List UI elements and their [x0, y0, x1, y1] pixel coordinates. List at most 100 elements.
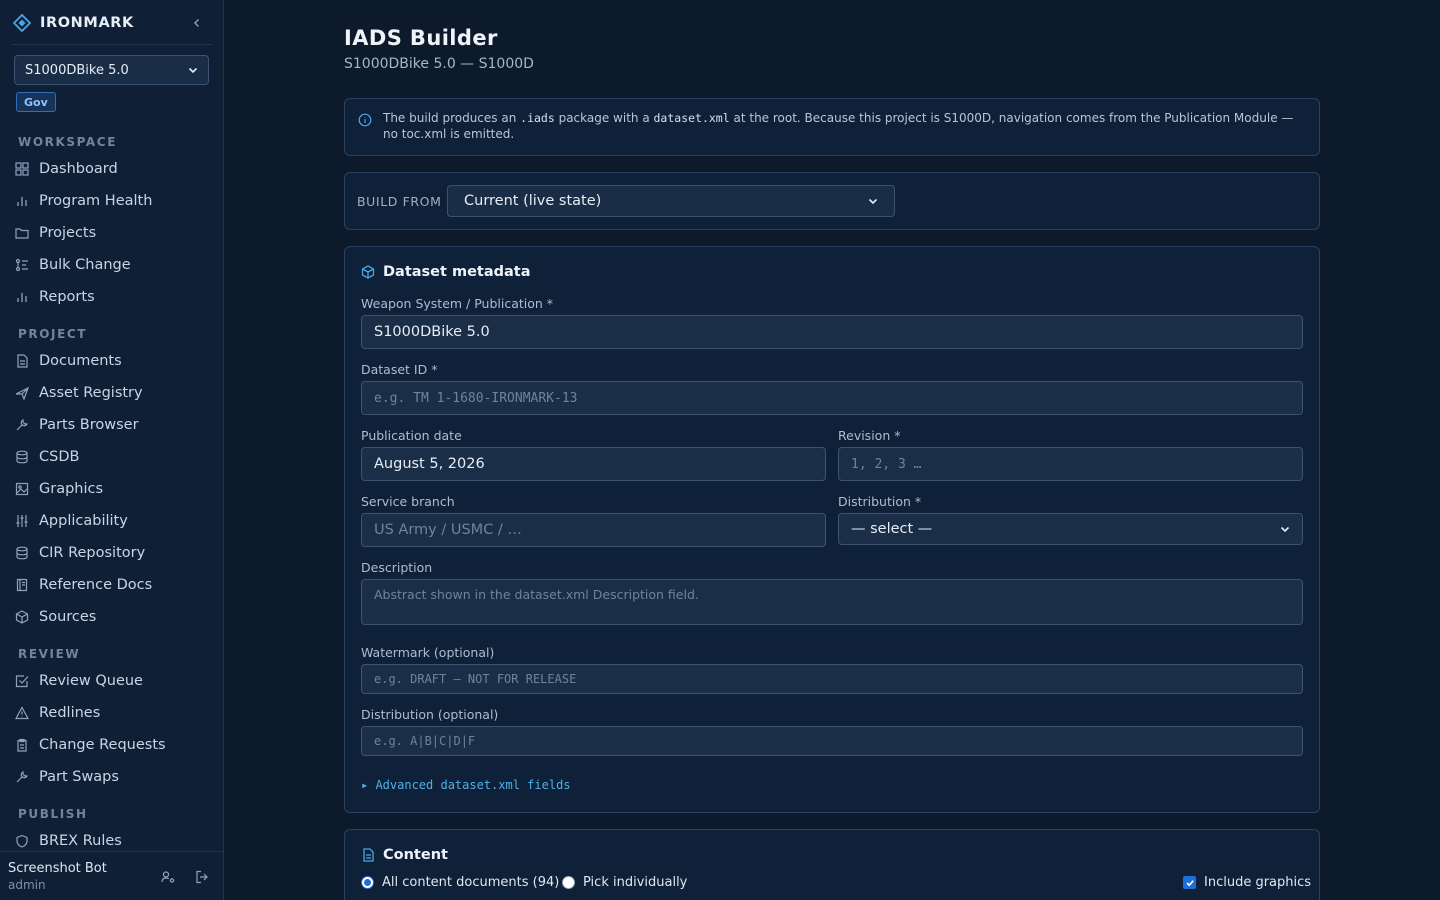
nav-label: Change Requests — [39, 737, 166, 753]
nav-item-reports[interactable]: Reports — [12, 284, 212, 310]
project-select-value: S1000DBike 5.0 — [25, 62, 129, 78]
sliders-icon — [14, 513, 30, 529]
logout-icon — [196, 870, 208, 884]
nav-label: Reference Docs — [39, 577, 153, 593]
watermark-input[interactable]: e.g. DRAFT — NOT FOR RELEASE — [361, 664, 1303, 694]
nav-item-part-swaps[interactable]: Part Swaps — [12, 764, 212, 790]
include-graphics-checkbox[interactable]: Include graphics — [1183, 875, 1311, 890]
wrench-icon — [14, 417, 30, 433]
build-from-label: BUILD FROM — [357, 194, 442, 209]
nav-label: Bulk Change — [39, 257, 131, 273]
distribution-select-value: — select — — [851, 521, 933, 537]
user-area: Screenshot Bot admin — [0, 851, 223, 900]
checkbox-checked[interactable] — [1183, 876, 1196, 889]
revision-input[interactable]: 1, 2, 3 … — [838, 447, 1303, 481]
build-from-value: Current (live state) — [464, 193, 602, 209]
bar-chart-icon — [14, 193, 30, 209]
nav-label: Graphics — [39, 481, 104, 497]
user-cog-icon — [161, 871, 175, 883]
nav-label: Projects — [39, 225, 97, 241]
nav-label: Documents — [39, 353, 122, 369]
nav-item-documents[interactable]: Documents — [12, 348, 212, 374]
nav-label: Reports — [39, 289, 95, 305]
distribution-optional-input[interactable]: e.g. A|B|C|D|F — [361, 726, 1303, 756]
brand-name: IRONMARK — [40, 15, 134, 31]
build-from-card: BUILD FROM Current (live state) — [344, 172, 1320, 230]
advanced-fields-toggle[interactable]: ▸ Advanced dataset.xml fields — [361, 778, 571, 792]
publication-date-input[interactable]: August 5, 2026 — [361, 447, 826, 481]
distribution-label: Distribution * — [838, 494, 922, 509]
dataset-metadata-card: Dataset metadata Weapon System / Publica… — [344, 246, 1320, 813]
radio-all-content[interactable]: All content documents (94) — [361, 875, 559, 890]
nav-item-bulk-change[interactable]: Bulk Change — [12, 252, 212, 278]
warning-icon — [14, 705, 30, 721]
nav-item-sources[interactable]: Sources — [12, 604, 212, 630]
chevron-down-icon — [868, 198, 878, 205]
nav-item-redlines[interactable]: Redlines — [12, 700, 212, 726]
nav-item-asset-registry[interactable]: Asset Registry — [12, 380, 212, 406]
nav-item-reference-docs[interactable]: Reference Docs — [12, 572, 212, 598]
nav-label: Program Health — [39, 193, 153, 209]
bar-chart-icon — [14, 289, 30, 305]
nav-label: Dashboard — [39, 161, 118, 177]
nav-item-projects[interactable]: Projects — [12, 220, 212, 246]
publication-date-label: Publication date — [361, 428, 462, 443]
grid-icon — [14, 161, 30, 177]
section-label-project: PROJECT — [18, 327, 88, 341]
nav-label: CIR Repository — [39, 545, 146, 561]
user-role: admin — [8, 878, 46, 892]
document-icon — [14, 353, 30, 369]
folder-icon — [14, 225, 30, 241]
document-icon — [361, 848, 375, 862]
section-label-publish: PUBLISH — [18, 807, 88, 821]
gov-badge: Gov — [16, 92, 56, 112]
wrench-icon — [14, 769, 30, 785]
radio-button[interactable] — [562, 876, 575, 889]
dataset-id-input[interactable]: e.g. TM 1-1680-IRONMARK-13 — [361, 381, 1303, 415]
checkbox-icon — [14, 673, 30, 689]
weapon-system-input[interactable]: S1000DBike 5.0 — [361, 315, 1303, 349]
nav-label: Part Swaps — [39, 769, 119, 785]
section-label-review: REVIEW — [18, 647, 81, 661]
nav-item-change-requests[interactable]: Change Requests — [12, 732, 212, 758]
nav-item-applicability[interactable]: Applicability — [12, 508, 212, 534]
info-banner: The build produces an .iads package with… — [344, 98, 1320, 156]
description-textarea[interactable]: Abstract shown in the dataset.xml Descri… — [361, 579, 1303, 625]
info-text: The build produces an .iads package with… — [383, 111, 1294, 141]
chevron-down-icon — [1280, 526, 1290, 533]
main-content: IADS Builder S1000DBike 5.0 — S1000D The… — [224, 0, 1440, 900]
nav-label: Parts Browser — [39, 417, 139, 433]
collapse-sidebar-button[interactable] — [188, 14, 206, 32]
radio-pick-individually[interactable]: Pick individually — [562, 875, 687, 890]
service-branch-input[interactable]: US Army / USMC / … — [361, 513, 826, 547]
checkbox-label: Include graphics — [1204, 875, 1312, 890]
page-subtitle: S1000DBike 5.0 — S1000D — [344, 56, 534, 72]
logo-icon — [12, 13, 32, 33]
nav-item-review-queue[interactable]: Review Queue — [12, 668, 212, 694]
distribution-select[interactable]: — select — — [838, 513, 1303, 545]
section-label-workspace: WORKSPACE — [18, 135, 118, 149]
nav-label: Applicability — [39, 513, 128, 529]
nav-label: Sources — [39, 609, 97, 625]
nav-item-csdb[interactable]: CSDB — [12, 444, 212, 470]
chevron-left-icon — [194, 19, 199, 27]
nav-item-graphics[interactable]: Graphics — [12, 476, 212, 502]
shield-icon — [14, 833, 30, 849]
card-title: Dataset metadata — [361, 264, 531, 280]
radio-label: All content documents (94) — [382, 875, 560, 890]
project-select[interactable]: S1000DBike 5.0 — [14, 55, 209, 85]
book-icon — [14, 577, 30, 593]
radio-button-selected[interactable] — [361, 876, 374, 889]
nav-item-parts-browser[interactable]: Parts Browser — [12, 412, 212, 438]
dataset-id-label: Dataset ID * — [361, 362, 438, 377]
brand: IRONMARK — [12, 12, 212, 34]
logout-button[interactable] — [193, 868, 211, 886]
weapon-system-label: Weapon System / Publication * — [361, 296, 554, 311]
user-settings-button[interactable] — [159, 868, 177, 886]
nav-label: BREX Rules — [39, 833, 122, 849]
build-from-select[interactable]: Current (live state) — [447, 185, 895, 217]
nav-item-dashboard[interactable]: Dashboard — [12, 156, 212, 182]
nav-item-cir-repository[interactable]: CIR Repository — [12, 540, 212, 566]
bulk-change-icon — [14, 257, 30, 273]
nav-item-program-health[interactable]: Program Health — [12, 188, 212, 214]
